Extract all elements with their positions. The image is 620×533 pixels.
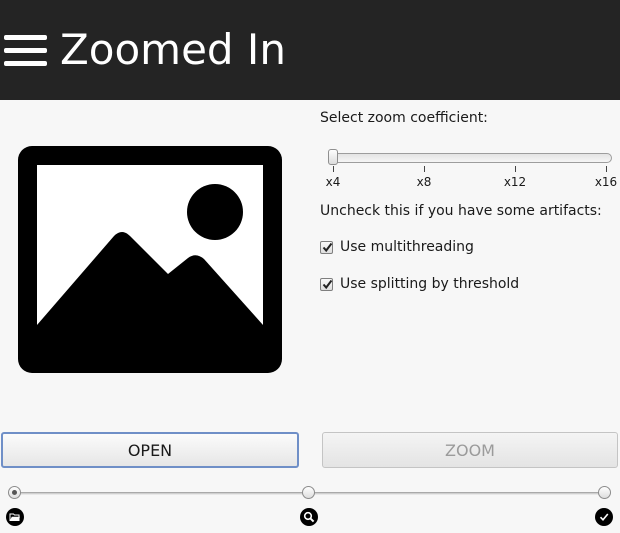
slider-tick xyxy=(515,166,516,172)
slider-tick xyxy=(333,166,334,172)
slider-groove xyxy=(330,153,612,163)
artifacts-label: Uncheck this if you have some artifacts: xyxy=(320,203,602,219)
multithreading-option[interactable]: Use multithreading xyxy=(320,237,474,257)
step-knob-done[interactable] xyxy=(598,486,611,499)
step-knob-open[interactable] xyxy=(8,486,21,499)
splitting-label: Use splitting by threshold xyxy=(340,276,520,292)
magnifier-icon xyxy=(300,508,318,526)
checkmark-icon xyxy=(322,242,333,252)
zoom-coefficient-slider[interactable]: x4 x8 x12 x16 xyxy=(325,148,617,194)
splitting-option[interactable]: Use splitting by threshold xyxy=(320,274,519,294)
checkmark-icon xyxy=(322,279,333,289)
tick-label: x16 xyxy=(594,175,618,189)
tick-label: x4 xyxy=(325,175,341,189)
progress-steps xyxy=(0,484,620,533)
zoom-button[interactable]: ZOOM xyxy=(322,432,618,468)
slider-tick xyxy=(424,166,425,172)
multithreading-checkbox[interactable] xyxy=(320,240,333,254)
open-button[interactable]: OPEN xyxy=(1,432,299,468)
tick-label: x12 xyxy=(503,175,527,189)
slider-handle[interactable] xyxy=(328,149,338,165)
multithreading-label: Use multithreading xyxy=(340,239,474,255)
folder-open-icon xyxy=(6,508,24,526)
zoom-coefficient-label: Select zoom coefficient: xyxy=(320,110,488,126)
image-placeholder-icon xyxy=(18,146,282,373)
hamburger-menu-icon[interactable] xyxy=(4,35,48,67)
checkmark-icon xyxy=(595,508,613,526)
app-header: Zoomed In xyxy=(0,0,620,100)
app-title: Zoomed In xyxy=(60,25,286,74)
step-knob-zoom[interactable] xyxy=(302,486,315,499)
tick-label: x8 xyxy=(416,175,432,189)
splitting-checkbox[interactable] xyxy=(320,277,333,291)
slider-tick xyxy=(606,166,607,172)
